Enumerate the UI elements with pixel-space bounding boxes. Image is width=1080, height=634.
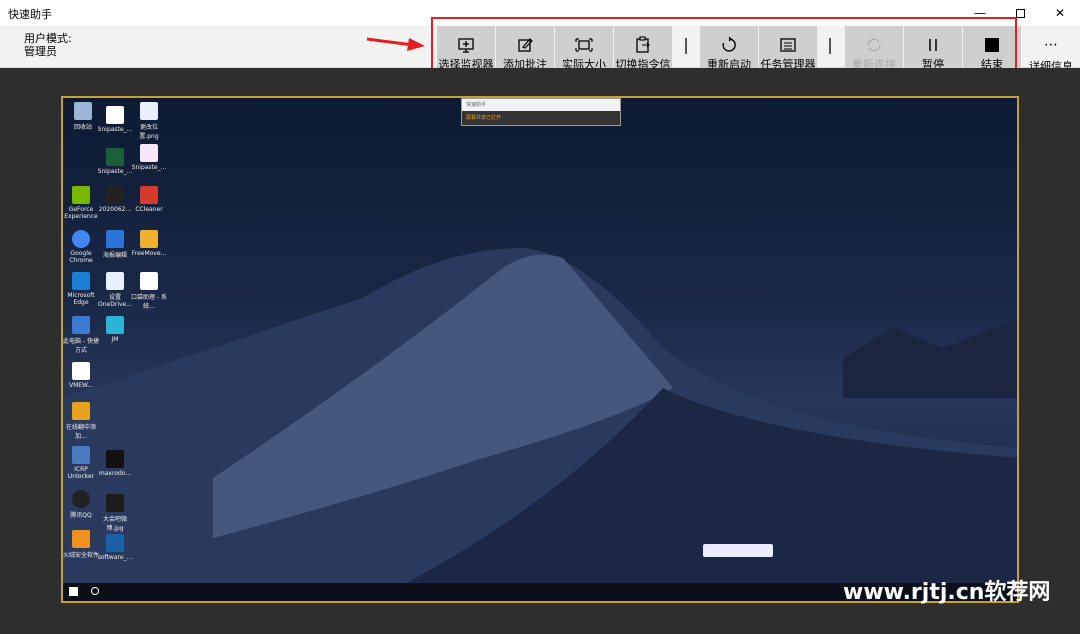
desktop-icon[interactable]: 海报编辑 [97,230,133,259]
desktop-icon[interactable]: 腾讯QQ [63,490,99,519]
mini-window-title: 快速助手 [466,102,487,108]
desktop-icon[interactable]: 在线翻中添加... [63,402,99,440]
desktop-icon[interactable]: 更改位置.png [131,102,167,140]
user-mode-label: 用户模式: [24,32,72,45]
user-mode: 用户模式: 管理员 [24,32,72,58]
desktop-icon[interactable]: 火绒安全软件 [63,530,99,559]
remote-desktop[interactable]: 快速助手 屏幕共享已打开 回收站 Snipaste_... 更改位置.png S… [61,96,1019,603]
desktop-icon[interactable]: 设置 OneDrive... [97,272,133,308]
desktop-icon[interactable]: maxrodo... [97,450,133,477]
mini-quick-assist-window[interactable]: 快速助手 屏幕共享已打开 [461,98,621,126]
search-icon[interactable] [91,587,99,595]
close-icon: ✕ [1054,6,1066,20]
desktop-icon[interactable]: 回收站 [65,102,101,131]
desktop-icon[interactable]: GeForce Experience [63,186,99,220]
desktop-icon[interactable]: Microsoft Edge [63,272,99,306]
desktop-icon[interactable]: 口袋助理 - 系统... [131,272,167,310]
desktop-icon[interactable]: Snipaste_... [97,148,133,175]
ime-toolbar[interactable] [703,544,773,557]
desktop-icon[interactable]: FreeMove... [131,230,167,257]
desktop-icon[interactable]: software_... [97,534,133,561]
close-button[interactable]: ✕ [1040,0,1080,26]
desktop-icon[interactable]: 此电脑 - 快捷方式 [63,316,99,354]
desktop-wallpaper [63,248,1017,601]
desktop-icon[interactable]: Snipaste_... [97,106,133,133]
desktop-icon[interactable]: Google Chrome [63,230,99,264]
mini-window-status: 屏幕共享已打开 [462,111,620,125]
user-mode-value: 管理员 [24,45,57,58]
desktop-icon[interactable]: 大会吧微博.jpg [97,494,133,532]
desktop-icon[interactable]: ICRP Unlocker [63,446,99,480]
annotation-arrow-icon [366,37,425,51]
desktop-icon[interactable]: 2020062... [97,186,133,213]
windows-start-icon[interactable] [69,587,78,596]
desktop-icon[interactable]: CCleaner [131,186,167,213]
desktop-icon[interactable]: Snipaste_... [131,144,167,171]
watermark-text: www.rjtj.cn软荐网 [843,580,1051,605]
ellipsis-icon: ⋯ [1044,37,1058,53]
window-title: 快速助手 [8,8,52,21]
desktop-icon[interactable]: JM [97,316,133,343]
desktop-icon[interactable]: VMEW... [63,362,99,389]
